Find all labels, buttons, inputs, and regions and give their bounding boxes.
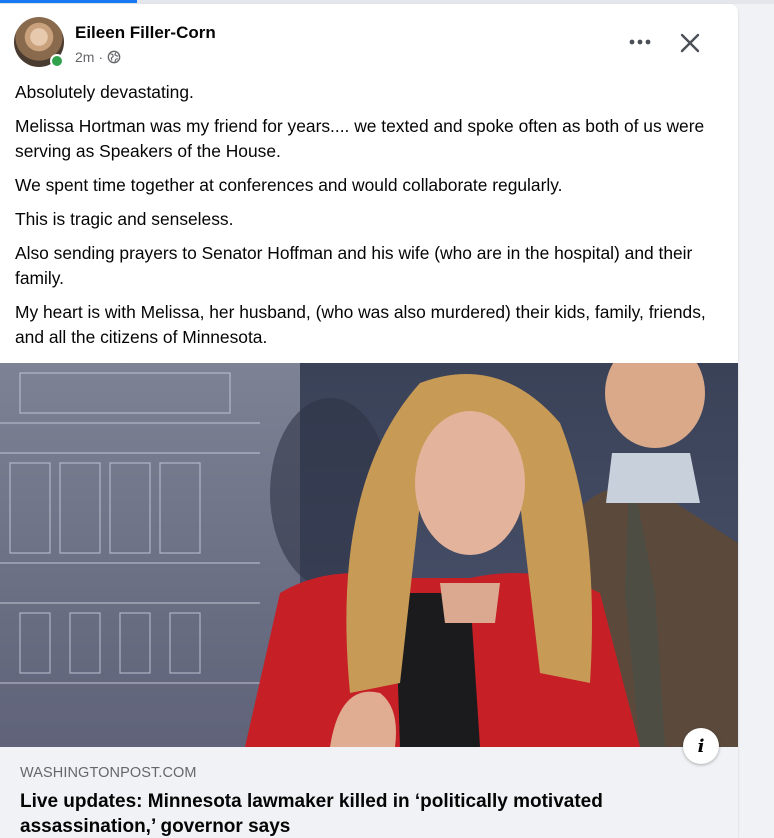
more-options-icon[interactable] [625, 27, 655, 57]
post-paragraph: My heart is with Melissa, her husband, (… [15, 302, 706, 347]
meta-separator: · [98, 49, 104, 65]
close-icon[interactable] [672, 25, 708, 61]
author-avatar[interactable] [14, 17, 64, 68]
post-paragraph: We spent time together at conferences an… [15, 175, 563, 195]
author-name[interactable]: Eileen Filler-Corn [75, 23, 216, 43]
loading-progress [0, 0, 137, 3]
post-header: Eileen Filler-Corn 2m · [14, 17, 708, 69]
post-paragraph: This is tragic and senseless. [15, 209, 234, 229]
link-headline[interactable]: Live updates: Minnesota lawmaker killed … [20, 789, 710, 838]
news-photo-figures [245, 363, 738, 747]
online-status-dot [50, 54, 64, 68]
link-domain: WASHINGTONPOST.COM [20, 765, 197, 781]
link-preview[interactable]: WASHINGTONPOST.COM Live updates: Minneso… [0, 747, 738, 838]
globe-icon [107, 50, 121, 64]
post-meta: 2m · [75, 49, 121, 65]
info-icon[interactable]: i [683, 728, 719, 764]
post-paragraph: Melissa Hortman was my friend for years.… [15, 116, 705, 161]
post-paragraph: Also sending prayers to Senator Hoffman … [15, 243, 693, 288]
post-timestamp[interactable]: 2m [75, 49, 94, 65]
post-text: Absolutely devastating. Melissa Hortman … [15, 80, 725, 359]
link-image[interactable] [0, 363, 738, 747]
post-card: Eileen Filler-Corn 2m · Absolutely devas… [0, 4, 738, 838]
post-paragraph: Absolutely devastating. [15, 82, 194, 102]
